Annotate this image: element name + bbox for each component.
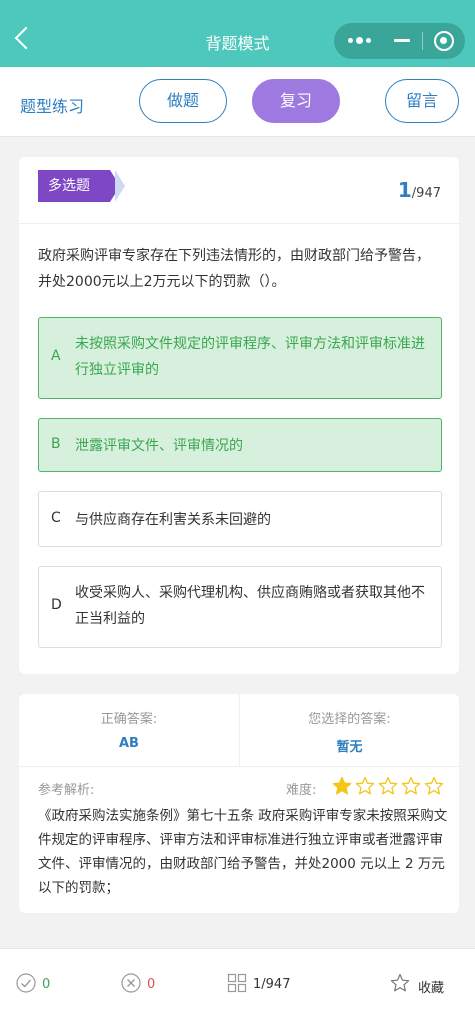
- chosen-answer-label: 您选择的答案:: [308, 712, 391, 727]
- badge-decoration: [115, 170, 125, 202]
- total-questions: /947: [411, 186, 441, 201]
- grid-icon: [227, 973, 247, 993]
- correct-answer-panel: 正确答案: AB: [19, 694, 239, 766]
- wrong-count: 0: [147, 977, 156, 992]
- divider: [19, 223, 459, 224]
- analysis-label: 参考解析:: [38, 783, 95, 798]
- favorite-label: 收藏: [418, 981, 445, 996]
- question-counter: 1/947: [398, 178, 441, 202]
- option-text: 泄露评审文件、评审情况的: [75, 438, 243, 454]
- bottom-bar: 0 0 1/947 收藏: [0, 948, 475, 1014]
- current-question-number: 1: [397, 178, 412, 202]
- question-type-badge: 多选题: [38, 170, 120, 202]
- option-letter: D: [51, 597, 62, 613]
- option-text: 收受采购人、采购代理机构、供应商贿赂或者获取其他不正当利益的: [75, 585, 425, 627]
- close-record-icon[interactable]: [434, 31, 454, 51]
- correct-answer-label: 正确答案:: [100, 712, 158, 727]
- difficulty-label: 难度:: [286, 783, 317, 798]
- message-button[interactable]: 留言: [385, 79, 459, 123]
- option-letter: A: [51, 348, 61, 364]
- more-dots-icon[interactable]: [348, 37, 372, 44]
- option-letter: C: [51, 510, 61, 526]
- star-filled-icon: [332, 776, 352, 795]
- mode-bar: 题型练习 做题 复习 留言: [0, 67, 475, 137]
- option-b[interactable]: B 泄露评审文件、评审情况的: [38, 418, 442, 472]
- star-empty-icon: [424, 776, 444, 795]
- question-text: 政府采购评审专家存在下列违法情形的，由财政部门给予警告，并处2000元以上2万元…: [38, 248, 430, 290]
- top-nav-bar: 背题模式: [0, 0, 475, 67]
- chosen-answer-value: 暂无: [336, 740, 363, 755]
- minimize-icon[interactable]: [394, 39, 410, 42]
- correct-answer-value: AB: [119, 736, 139, 751]
- practice-button[interactable]: 做题: [139, 79, 227, 123]
- correct-count: 0: [42, 977, 51, 992]
- star-empty-icon: [355, 776, 375, 795]
- capsule-divider: [422, 32, 423, 50]
- question-progress: 1/947: [253, 977, 291, 992]
- option-letter: B: [51, 436, 61, 452]
- option-a[interactable]: A 未按照采购文件规定的评审程序、评审方法和评审标准进行独立评审的: [38, 317, 442, 399]
- divider: [19, 766, 459, 767]
- star-outline-icon: [390, 973, 410, 992]
- question-type-practice-label[interactable]: 题型练习: [20, 93, 84, 117]
- answer-card: 正确答案: AB 您选择的答案: 暂无 参考解析: 难度: 《政府采购法实施条例…: [19, 694, 459, 913]
- option-text: 与供应商存在利害关系未回避的: [75, 512, 271, 528]
- star-empty-icon: [378, 776, 398, 795]
- option-c[interactable]: C 与供应商存在利害关系未回避的: [38, 491, 442, 547]
- question-card: 多选题 1/947 政府采购评审专家存在下列违法情形的，由财政部门给予警告，并处…: [19, 157, 459, 674]
- chosen-answer-panel: 您选择的答案: 暂无: [239, 694, 459, 766]
- option-d[interactable]: D 收受采购人、采购代理机构、供应商贿赂或者获取其他不正当利益的: [38, 566, 442, 648]
- review-button[interactable]: 复习: [252, 79, 340, 123]
- check-circle-icon: [16, 973, 36, 993]
- cross-circle-icon: [121, 973, 141, 993]
- mini-program-capsule: [334, 23, 465, 59]
- option-text: 未按照采购文件规定的评审程序、评审方法和评审标准进行独立评审的: [75, 336, 425, 378]
- star-empty-icon: [401, 776, 421, 795]
- analysis-text: 《政府采购法实施条例》第七十五条 政府采购评审专家未按照采购文件规定的评审程序、…: [38, 808, 448, 896]
